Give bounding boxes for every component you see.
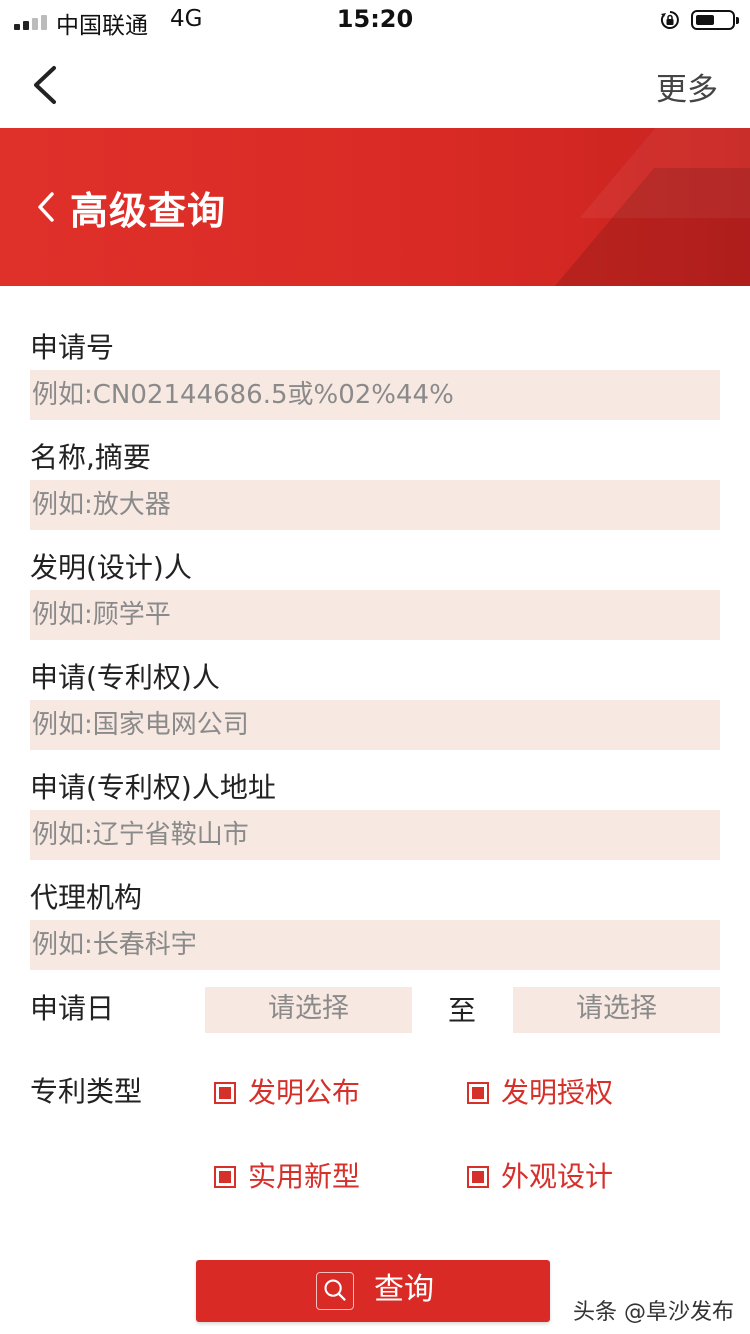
search-button-label: 查询 bbox=[374, 1272, 434, 1307]
date-range-separator: 至 bbox=[448, 994, 477, 1027]
application-date-label: 申请日 bbox=[30, 992, 115, 1025]
battery-icon bbox=[691, 10, 739, 30]
field-label: 申请(专利权)人 bbox=[30, 661, 220, 694]
title-abstract-input[interactable] bbox=[30, 480, 720, 530]
applicant-address-field: 申请(专利权)人地址 bbox=[30, 766, 720, 860]
rotation-lock-icon bbox=[660, 11, 679, 29]
status-time: 15:20 bbox=[336, 5, 414, 33]
status-bar: 中国联通 4G 15:20 bbox=[0, 0, 750, 42]
field-label: 名称,摘要 bbox=[30, 441, 151, 474]
title-abstract-field: 名称,摘要 bbox=[30, 436, 720, 530]
checkbox-label: 实用新型 bbox=[248, 1160, 361, 1193]
field-label: 发明(设计)人 bbox=[30, 551, 192, 584]
agency-field: 代理机构 bbox=[30, 876, 720, 970]
checkbox-checked-icon bbox=[467, 1082, 489, 1104]
navigation-bar: 更多 bbox=[0, 42, 750, 128]
checkbox-label: 发明授权 bbox=[501, 1076, 614, 1109]
field-label: 申请(专利权)人地址 bbox=[30, 771, 276, 804]
checkbox-label: 外观设计 bbox=[501, 1160, 614, 1193]
checkbox-checked-icon bbox=[214, 1166, 236, 1188]
checkbox-checked-icon bbox=[214, 1082, 236, 1104]
application-number-field: 申请号 bbox=[30, 326, 720, 420]
search-button[interactable]: 查询 bbox=[196, 1260, 550, 1322]
more-button[interactable]: 更多 bbox=[656, 64, 718, 109]
chevron-left-icon[interactable] bbox=[36, 190, 56, 224]
search-icon bbox=[316, 1272, 354, 1310]
checkbox-checked-icon bbox=[467, 1166, 489, 1188]
field-label: 申请号 bbox=[30, 331, 115, 364]
applicant-field: 申请(专利权)人 bbox=[30, 656, 720, 750]
inventor-field: 发明(设计)人 bbox=[30, 546, 720, 640]
date-to-picker[interactable]: 请选择 bbox=[513, 987, 720, 1033]
page-banner: 高级查询 bbox=[0, 128, 750, 286]
inventor-input[interactable] bbox=[30, 590, 720, 640]
watermark-text: 头条 @阜沙发布 bbox=[573, 1300, 734, 1325]
agency-input[interactable] bbox=[30, 920, 720, 970]
date-from-picker[interactable]: 请选择 bbox=[205, 987, 412, 1033]
applicant-input[interactable] bbox=[30, 700, 720, 750]
applicant-address-input[interactable] bbox=[30, 810, 720, 860]
patent-type-label: 专利类型 bbox=[30, 1075, 143, 1108]
application-number-input[interactable] bbox=[30, 370, 720, 420]
field-label: 代理机构 bbox=[30, 881, 143, 914]
application-date-row: 申请日 请选择 至 请选择 bbox=[30, 987, 720, 1033]
back-icon[interactable] bbox=[26, 60, 66, 110]
checkbox-label: 发明公布 bbox=[248, 1076, 361, 1109]
page-title: 高级查询 bbox=[70, 189, 227, 233]
